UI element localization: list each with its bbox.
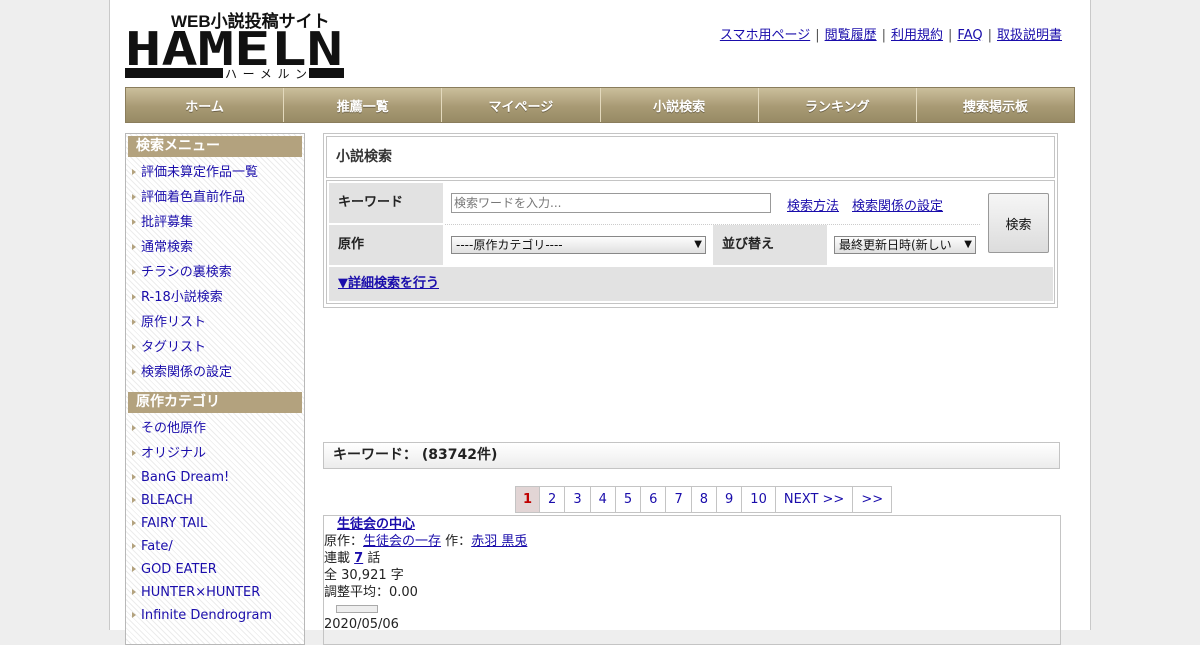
sidebar: 検索メニュー 評価未算定作品一覧 評価着色直前作品 批評募集 通常検索 チラシの… (125, 133, 305, 645)
novel-char-count: 全 30,921 字 (324, 568, 404, 583)
category-fairy-tail[interactable]: FAIRY TAIL (126, 512, 304, 535)
sidebar-item-chirashi-search[interactable]: チラシの裏検索 (126, 260, 304, 285)
top-links: スマホ用ページ | 閲覧履歴 | 利用規約 | FAQ | 取扱説明書 (719, 28, 1062, 43)
pagination: 1 2 3 4 5 6 7 8 9 10 NEXT >> >> (515, 486, 893, 513)
advanced-search-link[interactable]: ▼詳細検索を行う (338, 276, 439, 291)
episodes-prefix: 連載 (324, 551, 351, 566)
nav-home[interactable]: ホーム (126, 88, 285, 122)
category-infinite-dendrogram[interactable]: Infinite Dendrogram (126, 604, 304, 627)
keyword-label: キーワード (329, 183, 443, 223)
sidebar-item-unrated[interactable]: 評価未算定作品一覧 (126, 160, 304, 185)
category-original[interactable]: オリジナル (126, 441, 304, 466)
top-link-manual[interactable]: 取扱説明書 (997, 28, 1062, 43)
category-bleach[interactable]: BLEACH (126, 489, 304, 512)
page-link[interactable]: 4 (591, 487, 616, 512)
novel-meta: 原作：生徒会の一存 作：赤羽 黒兎 (324, 533, 1060, 550)
search-help-link[interactable]: 検索方法 (787, 195, 839, 214)
episodes-suffix: 話 (367, 551, 381, 566)
sidebar-item-search-settings[interactable]: 検索関係の設定 (126, 360, 304, 385)
novel-rating: 調整平均：0.00 (324, 585, 418, 600)
search-form: キーワード 検索ワードを入力... 検索方法 検索関係の設定 原作 ----原作… (326, 180, 1055, 304)
page-current: 1 (516, 487, 541, 512)
original-label: 原作 (329, 225, 443, 265)
sidebar-item-tag-list[interactable]: タグリスト (126, 335, 304, 360)
chevron-down-icon: ▼ (694, 239, 702, 250)
nav-mypage[interactable]: マイページ (442, 88, 601, 122)
page-link[interactable]: 6 (641, 487, 667, 512)
chevron-down-icon: ▼ (964, 239, 972, 250)
sidebar-item-critique[interactable]: 批評募集 (126, 210, 304, 235)
category-hunter-x-hunter[interactable]: HUNTER×HUNTER (126, 581, 304, 604)
search-settings-link[interactable]: 検索関係の設定 (852, 195, 943, 214)
novel-author-link[interactable]: 赤羽 黒兎 (471, 534, 527, 549)
search-button[interactable]: 検索 (988, 193, 1049, 253)
nav-ranking[interactable]: ランキング (759, 88, 917, 122)
category-bang-dream[interactable]: BanG Dream! (126, 466, 304, 489)
category-other[interactable]: その他原作 (126, 416, 304, 441)
page-container: WEB小説投稿サイト HAMELN ハーメルン スマホ用ページ | 閲覧履歴 | 利用規… (109, 0, 1091, 645)
page-last[interactable]: >> (853, 487, 893, 512)
search-panel: 小説検索 キーワード 検索ワードを入力... 検索方法 検索関係の設定 原作 -… (323, 133, 1058, 308)
search-title: 小説検索 (326, 136, 1055, 178)
sidebar-item-original-list[interactable]: 原作リスト (126, 310, 304, 335)
category-fate[interactable]: Fate/ (126, 535, 304, 558)
original-prefix: 原作： (324, 534, 364, 549)
nav-recommend[interactable]: 推薦一覧 (284, 88, 443, 122)
episodes-link[interactable]: 7 (354, 551, 363, 566)
page-link[interactable]: 3 (565, 487, 591, 512)
rating-bar (336, 605, 378, 613)
sort-label: 並び替え (713, 225, 827, 265)
original-select-value: ----原作カテゴリ---- (456, 238, 563, 252)
novel-date: 2020/05/06 (324, 617, 399, 632)
page-link[interactable]: 8 (692, 487, 718, 512)
page-link[interactable]: 5 (616, 487, 642, 512)
top-link-terms[interactable]: 利用規約 (891, 28, 943, 43)
page-next[interactable]: NEXT >> (776, 487, 854, 512)
main-nav: ホーム 推薦一覧 マイページ 小説検索 ランキング 捜索掲示板 (125, 87, 1075, 123)
page-link[interactable]: 10 (742, 487, 776, 512)
sort-select[interactable]: 最終更新日時(新しい ▼ (834, 236, 976, 254)
novel-title-link[interactable]: 生徒会の中心 (324, 516, 1060, 533)
results-header: キーワード： (83742件) (323, 442, 1060, 469)
sidebar-item-normal-search[interactable]: 通常検索 (126, 235, 304, 260)
page-link[interactable]: 9 (717, 487, 743, 512)
top-link-history[interactable]: 閲覧履歴 (825, 28, 877, 43)
sidebar-item-r18-search[interactable]: R-18小説検索 (126, 285, 304, 310)
page-link[interactable]: 7 (666, 487, 692, 512)
hameln-logo[interactable]: WEB小説投稿サイト HAMELN ハーメルン (125, 10, 345, 80)
page-link[interactable]: 2 (540, 487, 566, 512)
novel-episodes: 連載 7 話 (324, 550, 1060, 567)
category-god-eater[interactable]: GOD EATER (126, 558, 304, 581)
advanced-search-row: ▼詳細検索を行う (329, 267, 1053, 301)
sidebar-category-title: 原作カテゴリ (128, 392, 302, 413)
sort-select-value: 最終更新日時(新しい (839, 238, 952, 252)
top-link-smartphone[interactable]: スマホ用ページ (720, 28, 810, 43)
nav-search-board[interactable]: 捜索掲示板 (917, 88, 1074, 122)
result-item: 生徒会の中心 原作：生徒会の一存 作：赤羽 黒兎 連載 7 話 全 30,921… (323, 515, 1061, 645)
nav-novel-search[interactable]: 小説検索 (601, 88, 759, 122)
sidebar-item-near-colored[interactable]: 評価着色直前作品 (126, 185, 304, 210)
top-link-faq[interactable]: FAQ (957, 28, 982, 43)
sidebar-menu-title: 検索メニュー (128, 136, 302, 157)
keyword-input[interactable]: 検索ワードを入力... (451, 193, 771, 213)
original-select[interactable]: ----原作カテゴリ---- ▼ (451, 236, 706, 254)
author-prefix: 作： (445, 534, 472, 549)
novel-original-link[interactable]: 生徒会の一存 (363, 534, 441, 549)
